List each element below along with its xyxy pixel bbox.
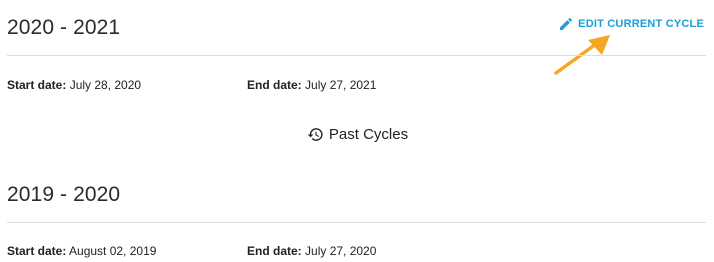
past-cycles-label: Past Cycles	[328, 126, 409, 143]
start-date-value: August 02, 2019	[69, 244, 157, 258]
current-cycle-divider	[7, 55, 706, 56]
start-date-label: Start date:	[7, 244, 67, 258]
current-start-date: Start date: July 28, 2020	[7, 78, 141, 92]
history-icon	[307, 126, 324, 143]
end-date-value: July 27, 2021	[305, 78, 377, 92]
previous-cycle-title: 2019 - 2020	[7, 183, 121, 206]
end-date-value: July 27, 2020	[305, 244, 377, 258]
current-cycle-title: 2020 - 2021	[7, 16, 121, 39]
end-date-label: End date:	[247, 78, 302, 92]
past-cycles-button[interactable]: Past Cycles	[307, 126, 408, 143]
edit-current-cycle-label: EDIT CURRENT CYCLE	[578, 18, 704, 30]
start-date-value: July 28, 2020	[69, 78, 142, 92]
start-date-label: Start date:	[7, 78, 67, 92]
previous-end-date: End date: July 27, 2020	[247, 244, 376, 258]
current-end-date: End date: July 27, 2021	[247, 78, 376, 92]
past-cycles-row: Past Cycles	[0, 126, 714, 143]
previous-start-date: Start date: August 02, 2019	[7, 244, 156, 258]
previous-cycle-divider	[7, 222, 706, 223]
end-date-label: End date:	[247, 244, 302, 258]
